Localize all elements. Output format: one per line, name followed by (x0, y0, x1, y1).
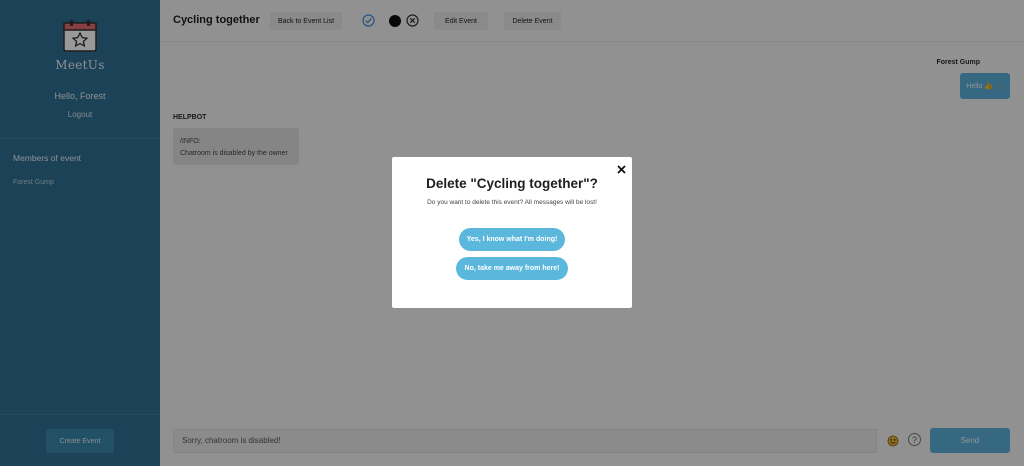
dialog-message: Do you want to delete this event? All me… (427, 199, 597, 206)
delete-confirm-dialog: Delete "Cycling together"? Do you want t… (392, 157, 632, 308)
confirm-delete-button[interactable]: Yes, I know what I'm doing! (459, 228, 565, 251)
close-icon[interactable] (616, 162, 627, 174)
dialog-title: Delete "Cycling together"? (426, 176, 598, 191)
cancel-delete-button[interactable]: No, take me away from here! (456, 257, 568, 280)
